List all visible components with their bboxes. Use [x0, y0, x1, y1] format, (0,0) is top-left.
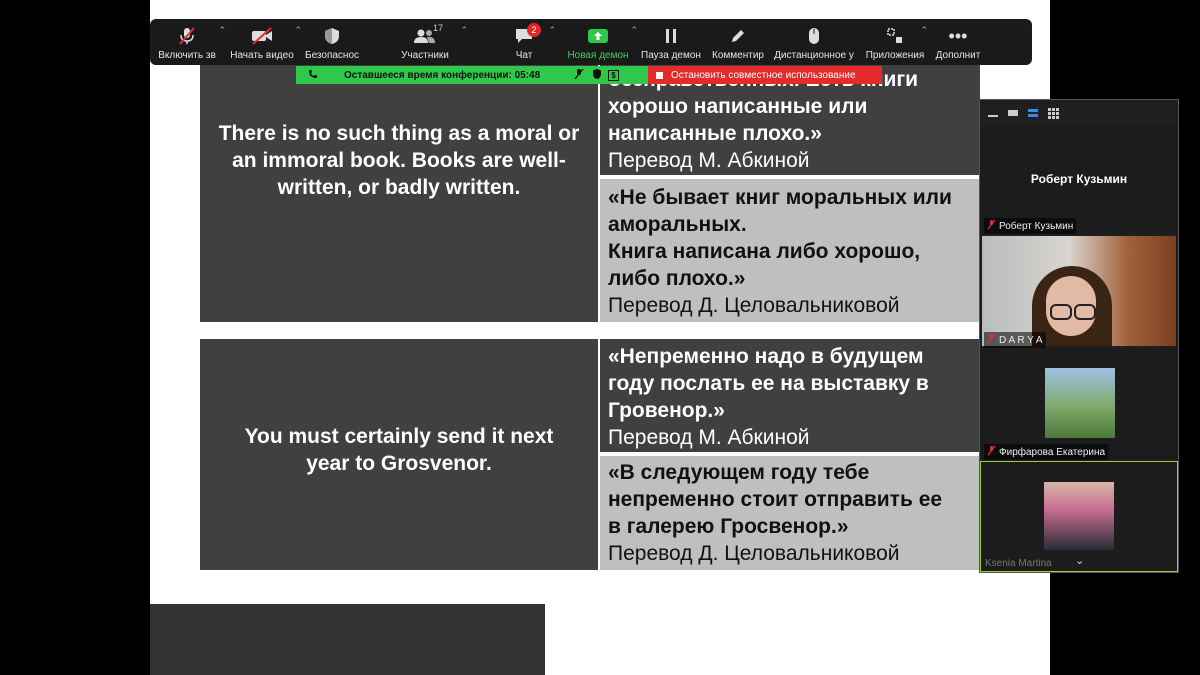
next-slide-block	[150, 604, 545, 675]
video-panel: Роберт Кузьмин Роберт Кузьмин D A R Y A …	[979, 99, 1179, 573]
time-left-text: Оставшееся время конференции: 05:48	[344, 69, 541, 81]
participant-avatar	[1044, 482, 1114, 550]
video-off-icon	[250, 25, 274, 47]
row2-translation2-credit: Перевод Д. Целовальниковой	[608, 542, 900, 565]
chat-button[interactable]: 2 ⌃ Чат	[486, 19, 562, 65]
chat-label: Чат	[515, 50, 533, 61]
start-video-button[interactable]: ⌃ Начать видео	[224, 19, 302, 65]
row1-translation2-line: аморальных.	[608, 213, 747, 236]
unmute-button[interactable]: ⌃ Включить зв	[150, 19, 226, 65]
chevron-down-icon[interactable]: ⌄	[1075, 554, 1084, 567]
row2-translation1-credit: Перевод М. Абкиной	[608, 426, 810, 449]
participant-avatar	[1045, 368, 1115, 438]
participant-name: D A R Y A	[999, 334, 1043, 346]
participants-label: Участники	[401, 50, 449, 61]
row1-english-cell: There is no such thing as a moral or an …	[200, 64, 598, 322]
participant-tile[interactable]: Ksenia Martina ⌄	[980, 461, 1178, 572]
more-button[interactable]: ••• Дополнит	[930, 19, 986, 65]
shield-icon	[592, 68, 602, 83]
chevron-up-icon[interactable]: ⌃	[460, 25, 468, 36]
participant-tile[interactable]: Роберт Кузьмин Роберт Кузьмин	[980, 126, 1178, 234]
annotate-label: Комментир	[712, 50, 764, 61]
row2-translation1-line: «Непременно надо в будущем	[608, 345, 924, 368]
participant-tile[interactable]: Фирфарова Екатерина	[980, 348, 1178, 460]
row2-english-text: You must certainly send it next year to …	[244, 425, 554, 475]
unmute-label: Включить зв	[158, 50, 216, 61]
chevron-up-icon[interactable]: ⌃	[548, 25, 556, 36]
row1-translation2-line: «Не бывает книг моральных или	[608, 186, 952, 209]
dollar-icon: $	[608, 69, 619, 81]
share-timer-bar[interactable]: Оставшееся время конференции: 05:48 $	[296, 66, 648, 84]
pause-share-label: Пауза демон	[641, 50, 701, 61]
microphone-muted-icon	[177, 25, 197, 47]
more-dots-icon: •••	[948, 25, 968, 46]
row1-translation2-credit: Перевод Д. Целовальниковой	[608, 294, 900, 317]
microphone-muted-icon	[987, 219, 996, 233]
new-share-button[interactable]: ⌃ Новая демон	[562, 19, 638, 65]
row1-english-text: There is no such thing as a moral or an …	[218, 122, 580, 199]
remote-control-button[interactable]: Дистанционное у	[768, 19, 860, 65]
apps-button[interactable]: ⌃ Приложения	[860, 19, 930, 65]
shield-icon	[324, 25, 340, 47]
participants-count: 17	[433, 23, 444, 33]
participant-name: Фирфарова Екатерина	[999, 446, 1106, 458]
pause-share-button[interactable]: Пауза демон	[634, 19, 708, 65]
speaker-view-icon[interactable]	[1028, 109, 1038, 117]
participant-video	[982, 236, 1176, 346]
participant-name-tag: Фирфарова Екатерина	[984, 444, 1109, 460]
row2-translation1-line: году послать ее на выставку в	[608, 372, 929, 395]
start-video-label: Начать видео	[230, 50, 294, 61]
share-screen-icon	[587, 25, 609, 47]
row2-translation2-line: в галерею Гросвенор.»	[608, 515, 849, 538]
pencil-icon	[730, 25, 746, 47]
row2-translation1-cell: «Непременно надо в будущем году послать …	[600, 339, 980, 452]
meeting-toolbar: ⌃ Включить зв ⌃ Начать видео Безопаснос …	[150, 19, 1032, 65]
row2-english-cell: You must certainly send it next year to …	[200, 339, 598, 570]
microphone-muted-icon	[987, 445, 996, 459]
thumbnail-view-icon[interactable]	[1008, 110, 1018, 116]
minimize-icon[interactable]	[988, 115, 998, 117]
row1-translation2-line: либо плохо.»	[608, 267, 746, 290]
row1-translation1-credit: Перевод М. Абкиной	[608, 149, 810, 172]
microphone-muted-icon	[987, 333, 996, 347]
mouse-icon	[808, 25, 820, 47]
participant-tile[interactable]: D A R Y A	[980, 236, 1178, 348]
participant-name: Роберт Кузьмин	[999, 220, 1074, 232]
row1-translation2-line: Книга написана либо хорошо,	[608, 240, 921, 263]
phone-icon	[308, 69, 318, 82]
chevron-up-icon[interactable]: ⌃	[920, 25, 928, 36]
participant-name-tag: D A R Y A	[984, 332, 1046, 348]
participants-button[interactable]: 17 ⌃ Участники	[364, 19, 486, 65]
row1-translation2-cell: «Не бывает книг моральных или аморальных…	[600, 179, 980, 322]
speaker-name-center: Роберт Кузьмин	[1030, 172, 1128, 186]
row2-translation2-cell: «В следующем году тебе непременно стоит …	[600, 456, 980, 570]
stop-share-button[interactable]: Остановить совместное использование	[648, 66, 882, 84]
row1-translation1-line: хорошо написанные или	[608, 95, 868, 118]
microphone-muted-icon	[574, 68, 584, 83]
annotate-button[interactable]: Комментир	[708, 19, 768, 65]
participant-name-tag: Роберт Кузьмин	[984, 218, 1077, 234]
pause-icon	[664, 25, 678, 47]
shared-slide: There is no such thing as a moral or an …	[150, 0, 1050, 675]
row2-translation2-line: непременно стоит отправить ее	[608, 488, 943, 511]
more-label: Дополнит	[935, 50, 981, 61]
security-button[interactable]: Безопаснос	[300, 19, 364, 65]
stop-share-label: Остановить совместное использование	[671, 69, 856, 81]
gallery-view-icon[interactable]	[1048, 107, 1059, 119]
chat-badge: 2	[527, 23, 541, 37]
panel-view-controls	[980, 100, 1178, 126]
participant-name: Ksenia Martina	[985, 558, 1052, 569]
new-share-label: Новая демон	[567, 50, 629, 61]
security-label: Безопаснос	[305, 50, 359, 61]
stop-square-icon	[656, 71, 663, 79]
remote-control-label: Дистанционное у	[774, 50, 854, 61]
row2-translation1-line: Гровенор.»	[608, 399, 725, 422]
apps-icon	[886, 25, 904, 47]
row2-translation2-line: «В следующем году тебе	[608, 461, 870, 484]
row1-translation1-line: написанные плохо.»	[608, 122, 822, 145]
apps-label: Приложения	[865, 50, 925, 61]
